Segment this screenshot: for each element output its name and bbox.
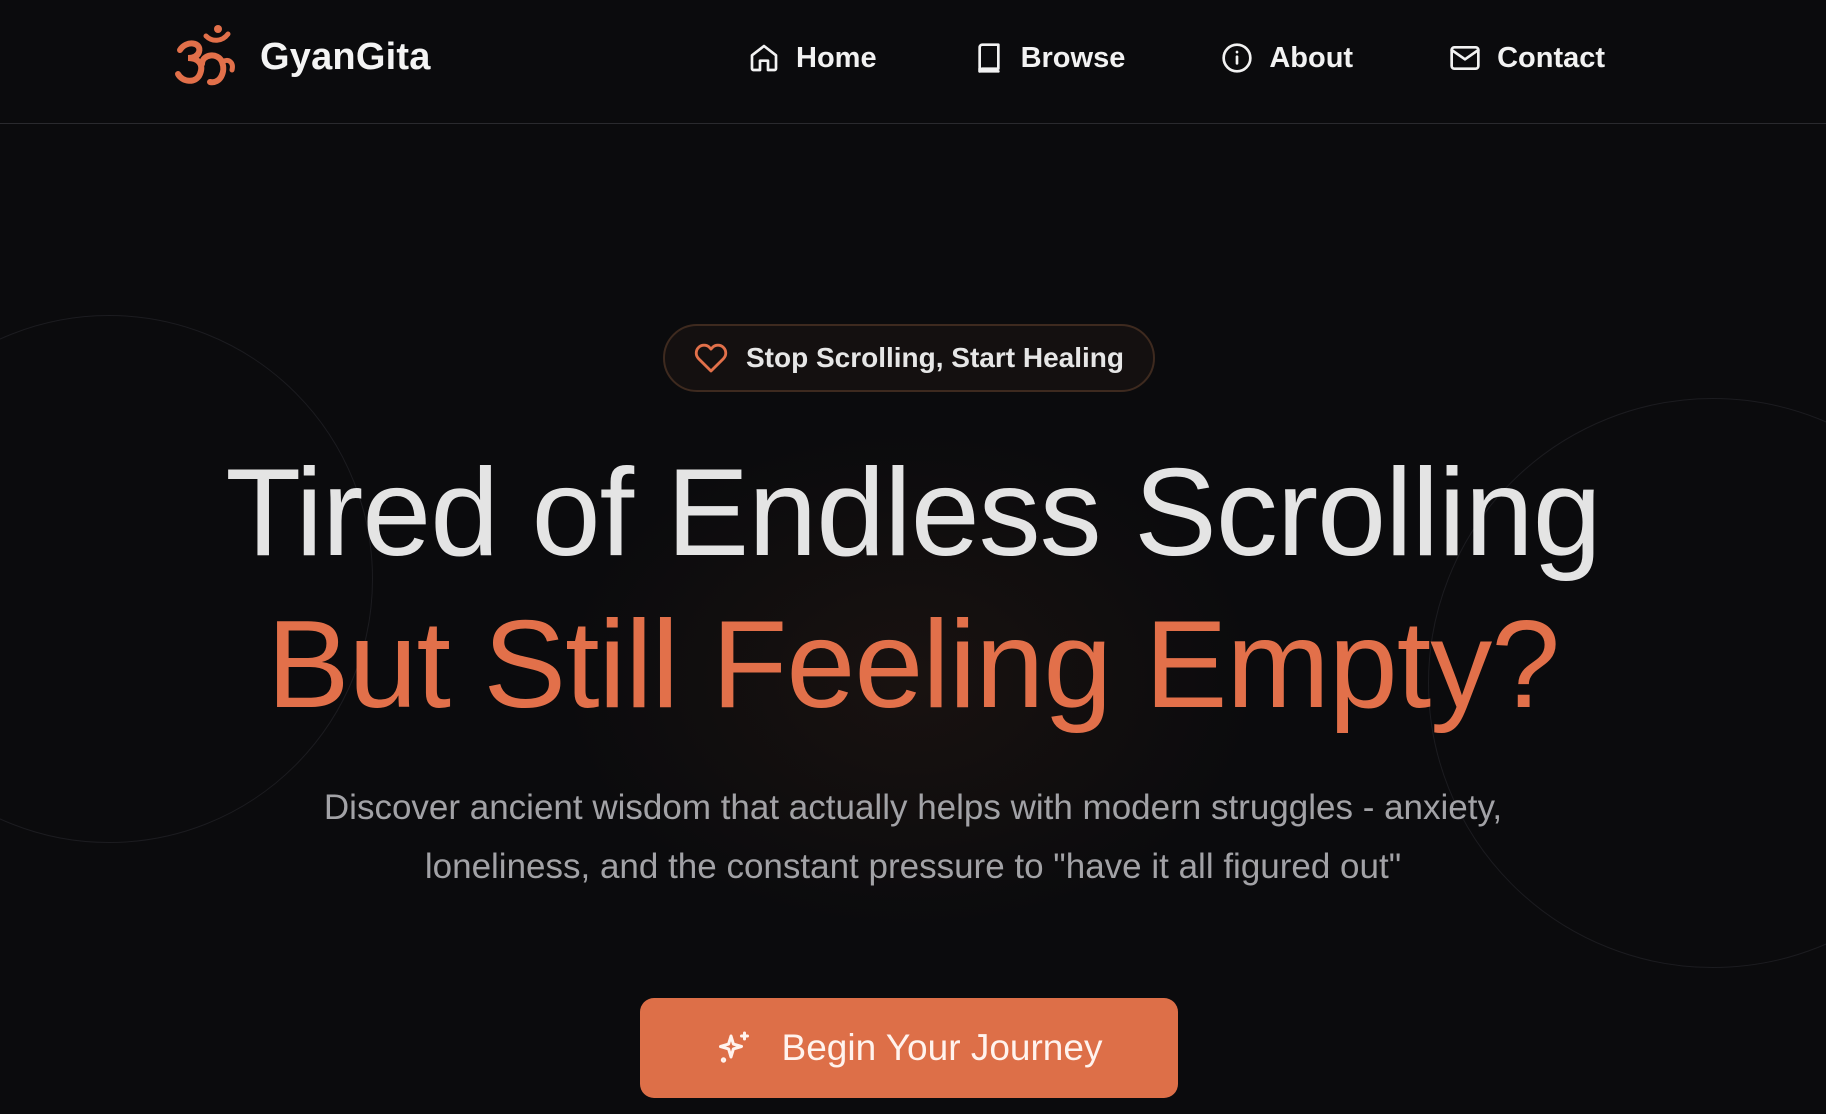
begin-journey-button[interactable]: Begin Your Journey — [640, 998, 1178, 1098]
nav-label-about: About — [1269, 41, 1354, 74]
sparkles-icon — [718, 1031, 749, 1063]
heart-icon — [694, 343, 728, 373]
nav-item-about[interactable]: About — [1221, 34, 1353, 82]
nav-item-browse[interactable]: Browse — [973, 34, 1126, 82]
landing-page: GyanGita Home Browse About Contact Stop … — [0, 0, 1826, 1114]
badge-label: Stop Scrolling, Start Healing — [745, 342, 1125, 373]
main-nav: Home Browse About Contact — [748, 34, 1605, 82]
info-icon — [1222, 43, 1253, 73]
hero-description: Discover ancient wisdom that actually he… — [323, 788, 1503, 886]
cta-label: Begin Your Journey — [781, 1027, 1103, 1068]
book-icon — [977, 43, 1000, 73]
headline-line-2: But Still Feeling Empty? — [266, 596, 1560, 734]
nav-label-browse: Browse — [1020, 41, 1126, 74]
headline-line-1: Tired of Endless Scrolling — [225, 444, 1601, 582]
site-header: GyanGita Home Browse About Contact — [0, 0, 1826, 124]
mail-icon — [1450, 46, 1480, 70]
home-icon — [750, 44, 778, 72]
nav-label-contact: Contact — [1497, 41, 1606, 74]
brand-name: GyanGita — [260, 35, 431, 78]
om-icon — [175, 25, 235, 86]
nav-label-home: Home — [796, 41, 877, 74]
brand-home-link[interactable]: GyanGita — [172, 24, 431, 90]
nav-item-contact[interactable]: Contact — [1449, 34, 1605, 82]
tagline-badge: Stop Scrolling, Start Healing — [663, 324, 1155, 392]
nav-item-home[interactable]: Home — [748, 34, 877, 82]
